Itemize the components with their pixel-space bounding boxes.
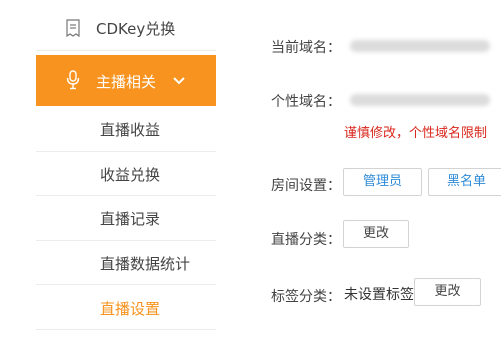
room-settings-label: 房间设置： xyxy=(271,178,341,194)
change-category-button[interactable]: 更改 xyxy=(343,220,409,248)
sidebar-item-anchor[interactable]: 主播相关 xyxy=(36,55,216,106)
sidebar-item-income-exchange[interactable]: 收益兑换 xyxy=(36,152,216,196)
live-category-label: 直播分类： xyxy=(271,232,341,248)
tag-category-label: 标签分类： xyxy=(271,289,341,305)
sidebar-item-label: 直播设置 xyxy=(100,300,161,318)
sidebar-item-live-income[interactable]: 直播收益 xyxy=(36,107,216,151)
sidebar-item-live-stats[interactable]: 直播数据统计 xyxy=(36,241,216,285)
change-tag-button[interactable]: 更改 xyxy=(414,278,481,306)
sidebar-section-label: 主播相关 xyxy=(96,73,157,91)
sidebar-item-live-settings[interactable]: 直播设置 xyxy=(36,286,216,330)
sidebar-item-label: 收益兑换 xyxy=(100,166,161,184)
microphone-icon xyxy=(66,70,80,90)
sidebar-item-live-records[interactable]: 直播记录 xyxy=(36,196,216,240)
divider xyxy=(36,284,216,285)
custom-domain-value-redacted xyxy=(350,94,490,106)
divider xyxy=(36,329,216,330)
sidebar: CDKey兑换 主播相关 直播收益 收益兑换 直播记录 直播数据统计 直播设置 xyxy=(0,0,216,339)
admin-button[interactable]: 管理员 xyxy=(343,168,422,196)
blacklist-button[interactable]: 黑名单 xyxy=(428,168,501,196)
sidebar-item-label: CDKey兑换 xyxy=(96,20,176,38)
domain-warning-text: 谨慎修改，个性域名限制 xyxy=(344,126,488,141)
chevron-down-icon[interactable] xyxy=(173,75,185,85)
current-domain-label: 当前域名： xyxy=(271,40,341,56)
divider xyxy=(36,50,216,51)
tag-category-value: 未设置标签 xyxy=(344,287,414,303)
document-icon xyxy=(66,19,80,37)
sidebar-item-label: 直播数据统计 xyxy=(100,255,191,273)
sidebar-item-cdkey[interactable]: CDKey兑换 xyxy=(36,8,216,48)
current-domain-value-redacted xyxy=(350,40,490,52)
sidebar-item-label: 直播记录 xyxy=(100,210,161,228)
custom-domain-label: 个性域名： xyxy=(271,94,341,110)
sidebar-item-label: 直播收益 xyxy=(100,121,161,139)
